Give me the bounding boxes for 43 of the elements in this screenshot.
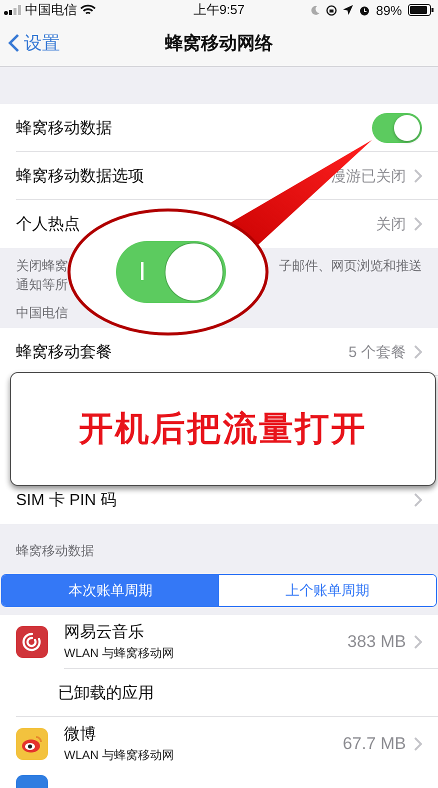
app-detail: WLAN 与蜂窝移动网: [64, 645, 176, 662]
row-label[interactable]: SIM 卡 PIN 码: [16, 490, 414, 510]
group-label: 已卸载的应用: [58, 684, 154, 704]
alarm-icon: [358, 4, 370, 16]
app-name: 网易云音乐: [64, 622, 145, 643]
battery-percent: 89%: [376, 2, 402, 18]
usage-value: 383 MB: [347, 632, 406, 652]
segment-tab[interactable]: 本次账单周期: [2, 575, 219, 606]
swirl-icon: [22, 632, 42, 652]
chevron-icon: [414, 169, 422, 183]
chevron-icon: [414, 737, 422, 751]
row-label: 蜂窝移动数据: [16, 118, 113, 138]
row-value: 5 个套餐: [348, 342, 406, 362]
app-detail: WLAN 与蜂窝移动网: [64, 747, 176, 764]
chevron-icon: [414, 345, 422, 359]
page-title: 蜂窝移动网络: [165, 33, 273, 53]
footer-note: 关闭蜂窝: [16, 257, 68, 275]
section-header: 蜂窝移动数据: [16, 543, 94, 558]
chevron-icon: [414, 217, 422, 231]
chevron-icon: [414, 635, 422, 649]
caption-text: 开机后把流量打开: [79, 410, 367, 450]
rotation-lock-icon: [326, 4, 337, 16]
carrier-name: 中国电信: [25, 1, 77, 19]
moon-icon: [310, 5, 320, 15]
back-chevron-icon: [8, 33, 20, 53]
usage-value: 67.7 MB: [342, 734, 406, 754]
footer-note: 子邮件、网页浏览和推送: [279, 257, 422, 275]
back-button[interactable]: 设置: [0, 31, 68, 55]
eye-icon: [20, 734, 44, 754]
chevron-icon: [414, 493, 422, 507]
app-icon[interactable]: [16, 626, 48, 658]
toggle-switch[interactable]: [372, 113, 422, 143]
wifi-icon: [80, 4, 96, 16]
section-header: 中国电信: [16, 305, 68, 320]
battery-icon: [408, 4, 434, 16]
app-name: 微博: [64, 724, 97, 745]
status-time: 上午9:57: [193, 1, 245, 19]
location-icon: [342, 5, 353, 15]
signal-icon: [4, 5, 22, 15]
row-label[interactable]: 蜂窝移动套餐: [16, 342, 348, 362]
app-icon[interactable]: [16, 728, 48, 760]
footer-note: 通知等所: [16, 276, 68, 294]
row-value: 关闭: [376, 214, 406, 234]
